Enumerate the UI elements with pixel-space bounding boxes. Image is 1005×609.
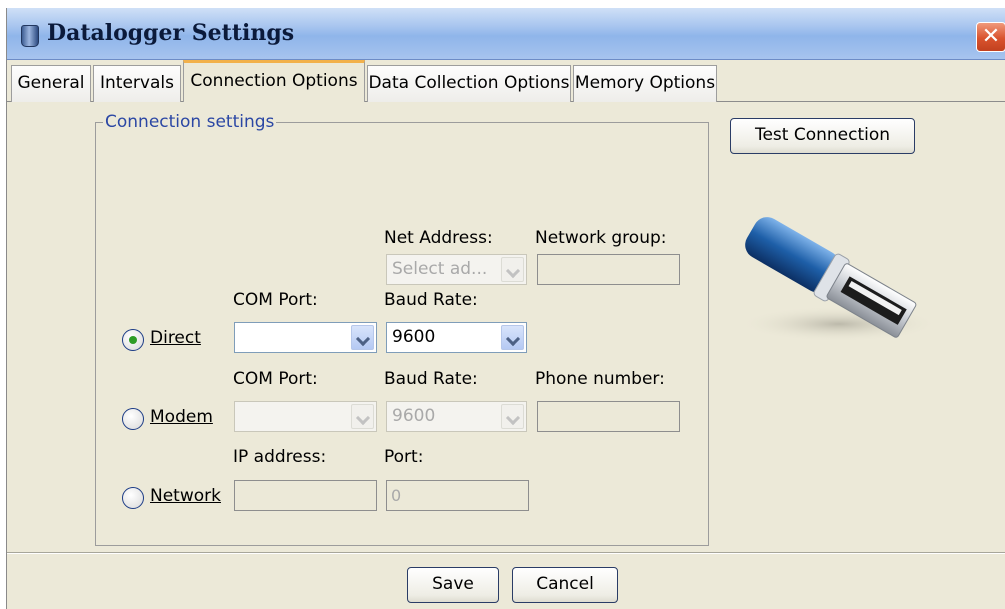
modem-baud-rate-select: 9600 — [386, 401, 527, 432]
cancel-button[interactable]: Cancel — [512, 567, 618, 603]
network-group-label: Network group: — [535, 228, 667, 248]
network-radio-label[interactable]: Network — [150, 486, 221, 506]
tab-intervals[interactable]: Intervals — [93, 65, 181, 102]
network-group-field — [537, 254, 680, 285]
modem-label-text: Modem — [150, 407, 213, 427]
tab-connection-options[interactable]: Connection Options — [183, 60, 365, 102]
chevron-down-icon — [351, 404, 374, 429]
modem-baud-rate-label: Baud Rate: — [384, 369, 478, 389]
modem-radio[interactable] — [122, 408, 144, 430]
footer-separator-highlight — [7, 553, 1005, 554]
test-connection-button[interactable]: Test Connection — [730, 118, 915, 154]
modem-com-port-select — [234, 401, 377, 432]
title-bar[interactable]: Datalogger Settings ✕ — [7, 8, 1005, 60]
tab-memory-options[interactable]: Memory Options — [573, 65, 717, 102]
net-address-select: Select ad... — [386, 254, 527, 285]
direct-com-port-label: COM Port: — [233, 290, 318, 310]
chevron-down-icon — [501, 404, 524, 429]
direct-baud-rate-value: 9600 — [392, 327, 436, 347]
direct-radio-label[interactable]: Direct — [150, 328, 201, 348]
direct-label-text: Direct — [150, 328, 201, 348]
usb-plug-icon — [739, 217, 939, 342]
direct-radio[interactable] — [122, 329, 144, 351]
window-title: Datalogger Settings — [47, 20, 295, 46]
close-button[interactable]: ✕ — [976, 22, 1005, 52]
chevron-down-icon[interactable] — [501, 325, 524, 350]
direct-com-port-select[interactable] — [234, 322, 377, 353]
connection-settings-label: Connection settings — [103, 112, 277, 132]
chevron-down-icon[interactable] — [351, 325, 374, 350]
phone-number-field — [537, 401, 680, 432]
direct-baud-rate-select[interactable]: 9600 — [386, 322, 527, 353]
save-button[interactable]: Save — [407, 567, 499, 603]
network-label-text: Network — [150, 486, 221, 506]
ip-address-field — [234, 480, 377, 511]
net-address-label: Net Address: — [384, 228, 493, 248]
datalogger-icon — [21, 25, 39, 47]
ip-address-label: IP address: — [233, 447, 327, 467]
chevron-down-icon — [501, 257, 524, 282]
modem-radio-label[interactable]: Modem — [150, 407, 213, 427]
settings-window: Datalogger Settings ✕ General Intervals … — [6, 8, 1005, 609]
direct-baud-rate-label: Baud Rate: — [384, 290, 478, 310]
network-radio[interactable] — [122, 487, 144, 509]
modem-com-port-label: COM Port: — [233, 369, 318, 389]
tab-data-collection-options[interactable]: Data Collection Options — [367, 65, 571, 102]
port-field: 0 — [386, 480, 529, 511]
modem-baud-rate-value: 9600 — [392, 406, 436, 426]
phone-number-label: Phone number: — [535, 369, 665, 389]
tab-general[interactable]: General — [11, 65, 91, 102]
net-address-placeholder: Select ad... — [392, 259, 488, 279]
port-label: Port: — [384, 447, 424, 467]
